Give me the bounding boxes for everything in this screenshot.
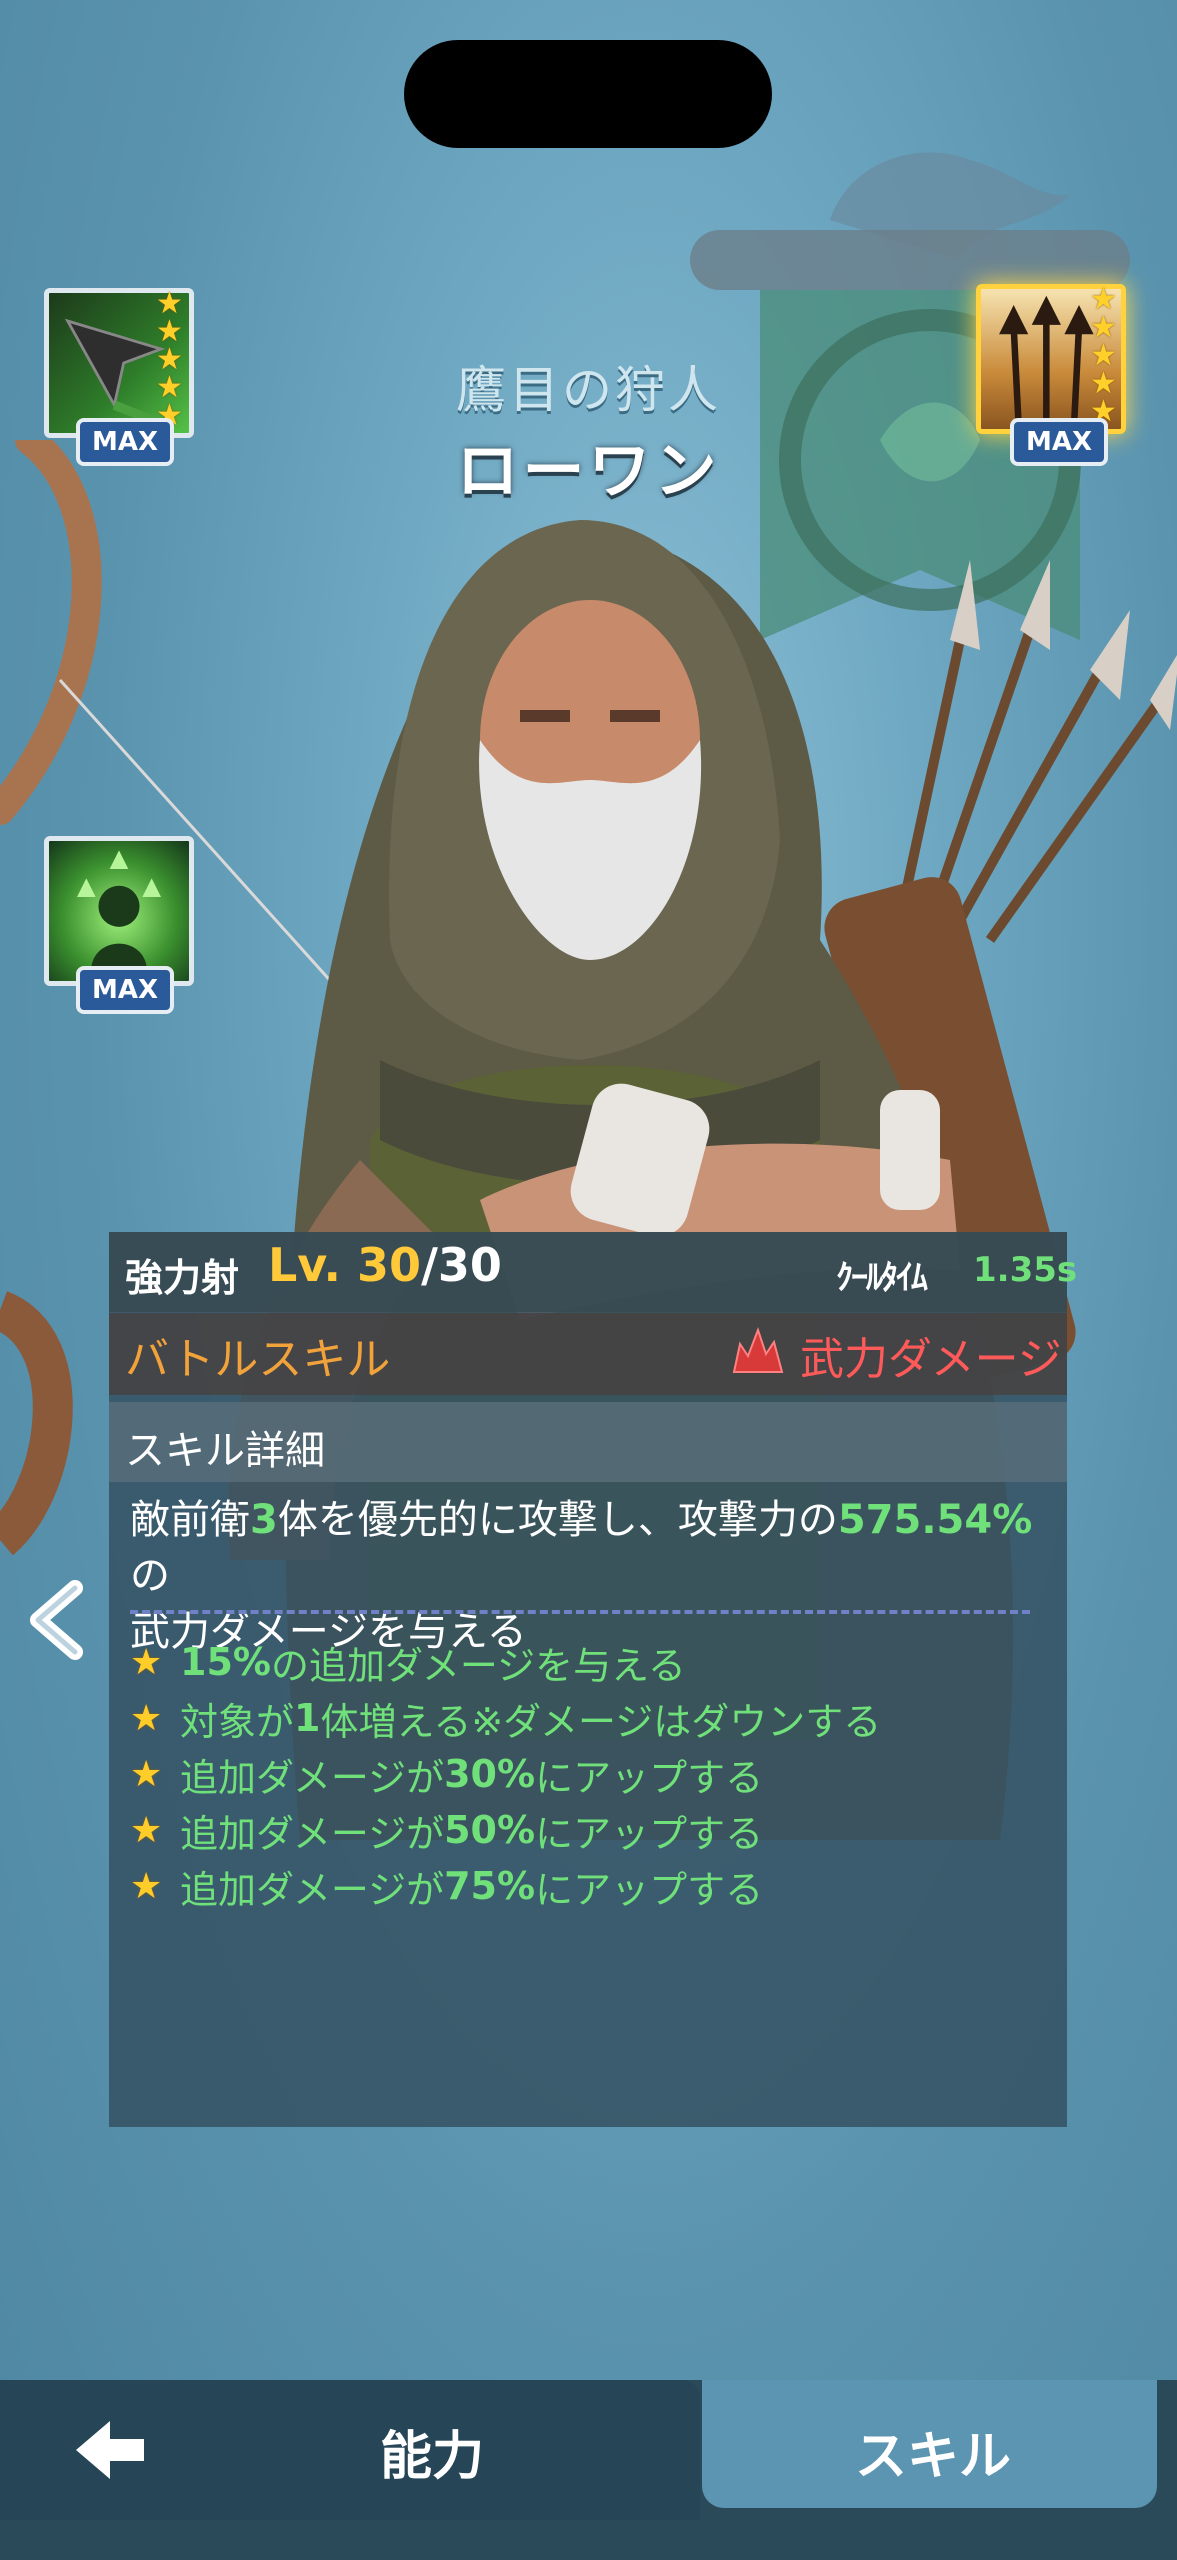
effect-text: 追加ダメージが — [180, 1867, 445, 1912]
desc-highlight: 3 — [250, 1497, 278, 1543]
effect-value: 50% — [444, 1808, 536, 1852]
star-icon: ★ — [130, 1697, 163, 1739]
tab-ability-label[interactable]: 能力 — [380, 2414, 484, 2489]
effect-text: 追加ダメージが — [180, 1811, 445, 1856]
skill-detail-title: スキル詳細 — [125, 1428, 325, 1474]
effect-value: 1 — [294, 1696, 321, 1740]
skill-slot-3[interactable] — [44, 836, 194, 986]
cooldown-label: ｸｰﾙﾀｲﾑ — [836, 1258, 928, 1298]
skill-level-max: /30 — [421, 1238, 502, 1292]
skill-slot-2-stars: ★ ★ ★ ★ ★ — [1090, 285, 1117, 427]
effect-value: 75% — [444, 1864, 536, 1908]
desc-text: の — [130, 1553, 170, 1599]
cooldown-value: 1.35s — [973, 1250, 1078, 1290]
effect-text: にアップする — [535, 1867, 764, 1912]
skill-level: Lv. 30/30 — [268, 1238, 502, 1292]
skill-slot-1-stars: ★ ★ ★ ★ ★ — [156, 289, 183, 431]
effect-text: 体増える※ダメージはダウンする — [320, 1699, 882, 1744]
effect-text: 追加ダメージが — [180, 1755, 445, 1800]
star-icon: ★ — [130, 1809, 163, 1851]
skill-upgrade-effects: ★ 15% の追加ダメージを与える ★ 対象が 1 体増える※ダメージはダウンする ★… — [130, 1634, 881, 1914]
chevron-left-icon[interactable] — [20, 1580, 100, 1660]
upgrade-effect-3: ★ 追加ダメージが 30% にアップする — [130, 1746, 881, 1802]
skill-name: 強力射 — [125, 1256, 240, 1300]
summon-spirits-skill-icon — [77, 850, 161, 972]
upgrade-effect-5: ★ 追加ダメージが 75% にアップする — [130, 1858, 881, 1914]
star-icon: ★ — [130, 1865, 163, 1907]
star-icon: ★ — [130, 1753, 163, 1795]
upgrade-effect-1: ★ 15% の追加ダメージを与える — [130, 1634, 881, 1690]
upgrade-effect-2: ★ 対象が 1 体増える※ダメージはダウンする — [130, 1690, 881, 1746]
effect-text: 対象が — [180, 1699, 295, 1744]
divider — [130, 1610, 1030, 1614]
camera-notch — [404, 40, 772, 148]
desc-text: 敵前衛 — [130, 1497, 250, 1543]
desc-highlight: 575.54% — [837, 1497, 1033, 1543]
damage-type-label: 武力ダメージ — [800, 1334, 1062, 1385]
effect-text: にアップする — [535, 1811, 764, 1856]
star-icon: ★ — [130, 1641, 163, 1683]
skill-type-label: バトルスキル — [125, 1334, 391, 1385]
power-damage-icon — [732, 1327, 784, 1373]
effect-text: にアップする — [535, 1755, 764, 1800]
effect-text: の追加ダメージを与える — [270, 1643, 686, 1688]
desc-text: 体を優先的に攻撃し、攻撃力の — [277, 1497, 838, 1543]
effect-value: 30% — [444, 1752, 536, 1796]
max-badge: MAX — [76, 966, 174, 1014]
back-arrow-icon[interactable] — [70, 2415, 150, 2485]
max-badge: MAX — [76, 418, 174, 466]
upgrade-effect-4: ★ 追加ダメージが 50% にアップする — [130, 1802, 881, 1858]
max-badge: MAX — [1010, 418, 1108, 466]
effect-value: 15% — [180, 1640, 271, 1684]
tab-skill-label[interactable]: スキル — [855, 2414, 1011, 2489]
skill-level-current: Lv. 30 — [268, 1238, 422, 1292]
